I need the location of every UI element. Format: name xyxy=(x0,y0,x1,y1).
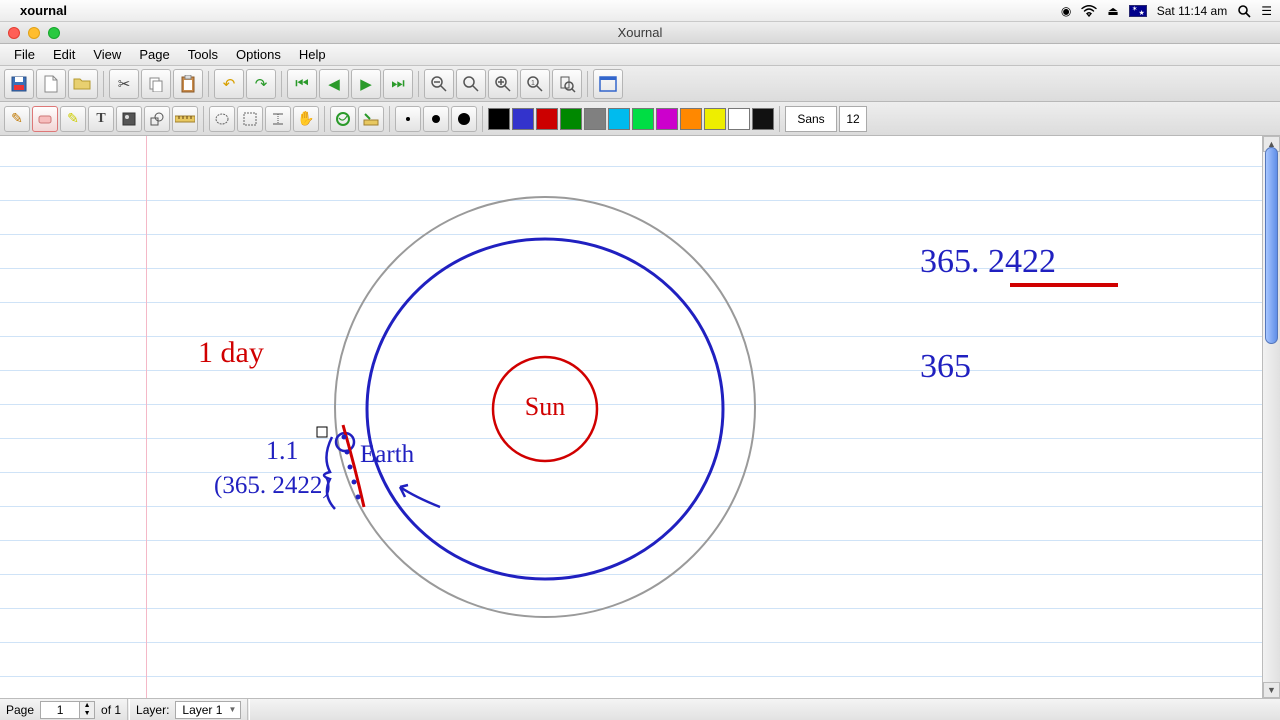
image-tool[interactable] xyxy=(116,106,142,132)
color-swatch-5[interactable] xyxy=(608,108,630,130)
next-page-button[interactable]: ▶ xyxy=(351,69,381,99)
svg-text:1: 1 xyxy=(531,80,535,87)
statusbar: Page ▲▼ of 1 Layer: Layer 1 xyxy=(0,698,1280,720)
zoom-page-button[interactable] xyxy=(552,69,582,99)
one-point-one-label: 1.1 xyxy=(266,436,299,465)
shape-recognizer-button[interactable] xyxy=(330,106,356,132)
prev-page-button[interactable]: ◀ xyxy=(319,69,349,99)
menu-list-icon[interactable]: ☰ xyxy=(1261,4,1272,18)
copy-button[interactable] xyxy=(141,69,171,99)
tools-toolbar: ✎ ✎ T ✋ Sans 12 xyxy=(0,102,1280,136)
window-title: Xournal xyxy=(0,25,1280,40)
save-button[interactable] xyxy=(4,69,34,99)
paste-button[interactable] xyxy=(173,69,203,99)
color-swatch-9[interactable] xyxy=(704,108,726,130)
font-size-field[interactable]: 12 xyxy=(839,106,867,132)
macos-menubar: xournal ◉ ⏏ Sat 11:14 am ☰ xyxy=(0,0,1280,22)
color-swatch-8[interactable] xyxy=(680,108,702,130)
window-titlebar: Xournal xyxy=(0,22,1280,44)
page-number-input[interactable] xyxy=(40,701,80,719)
eject-icon[interactable]: ⏏ xyxy=(1107,4,1118,18)
page-canvas[interactable]: Sun 1 day 1.1 (365. 2422) Earth 365. 242… xyxy=(0,136,1262,698)
color-swatches xyxy=(488,108,774,130)
color-swatch-3[interactable] xyxy=(560,108,582,130)
color-swatch-7[interactable] xyxy=(656,108,678,130)
flag-au-icon[interactable] xyxy=(1129,5,1147,17)
undo-button[interactable]: ↶ xyxy=(214,69,244,99)
menubar-clock[interactable]: Sat 11:14 am xyxy=(1157,4,1228,18)
page-spin-down[interactable]: ▼ xyxy=(80,710,94,718)
scroll-thumb[interactable] xyxy=(1265,147,1278,344)
thickness-fine[interactable] xyxy=(395,106,421,132)
ruler-tool[interactable] xyxy=(172,106,198,132)
menu-file[interactable]: File xyxy=(6,45,43,64)
value-b-label: 365 xyxy=(920,348,971,385)
app-menubar: File Edit View Page Tools Options Help xyxy=(0,44,1280,66)
ruler-straighten-button[interactable] xyxy=(358,106,384,132)
fullscreen-button[interactable] xyxy=(593,69,623,99)
layer-select[interactable]: Layer 1 xyxy=(175,701,241,719)
page-total: of 1 xyxy=(101,703,121,717)
paren-label: (365. 2422) xyxy=(214,472,331,499)
page-label: Page xyxy=(6,703,34,717)
color-swatch-2[interactable] xyxy=(536,108,558,130)
one-day-label: 1 day xyxy=(198,336,264,369)
menu-page[interactable]: Page xyxy=(131,45,177,64)
highlighter-tool[interactable]: ✎ xyxy=(60,106,86,132)
select-region-tool[interactable] xyxy=(209,106,235,132)
thickness-thick[interactable] xyxy=(451,106,477,132)
menu-tools[interactable]: Tools xyxy=(180,45,226,64)
zoom-100-button[interactable]: 1 xyxy=(520,69,550,99)
color-swatch-0[interactable] xyxy=(488,108,510,130)
layer-label: Layer: xyxy=(136,703,169,717)
zoom-fit-button[interactable] xyxy=(456,69,486,99)
color-swatch-4[interactable] xyxy=(584,108,606,130)
color-swatch-1[interactable] xyxy=(512,108,534,130)
page-spin-up[interactable]: ▲ xyxy=(80,702,94,710)
wifi-icon[interactable] xyxy=(1081,5,1097,17)
frontmost-app-name[interactable]: xournal xyxy=(20,3,67,18)
select-rect-tool[interactable] xyxy=(237,106,263,132)
new-button[interactable] xyxy=(36,69,66,99)
value-a-label: 365. 2422 xyxy=(920,243,1056,280)
color-swatch-10[interactable] xyxy=(728,108,750,130)
vertical-scrollbar[interactable]: ▲ ▼ xyxy=(1262,136,1280,698)
color-swatch-6[interactable] xyxy=(632,108,654,130)
hand-tool[interactable]: ✋ xyxy=(293,106,319,132)
last-page-button[interactable]: ⏭ xyxy=(383,69,413,99)
pen-tool[interactable]: ✎ xyxy=(4,106,30,132)
drawing-layer: Sun 1 day 1.1 (365. 2422) Earth 365. 242… xyxy=(0,136,1262,698)
menu-view[interactable]: View xyxy=(85,45,129,64)
menu-help[interactable]: Help xyxy=(291,45,334,64)
text-tool[interactable]: T xyxy=(88,106,114,132)
sun-label: Sun xyxy=(525,392,565,421)
thickness-medium[interactable] xyxy=(423,106,449,132)
redo-button[interactable]: ↷ xyxy=(246,69,276,99)
zoom-out-button[interactable] xyxy=(424,69,454,99)
first-page-button[interactable]: ⏮ xyxy=(287,69,317,99)
shapes-tool[interactable] xyxy=(144,106,170,132)
scroll-down-arrow[interactable]: ▼ xyxy=(1263,682,1280,698)
open-button[interactable] xyxy=(68,69,98,99)
earth-label: Earth xyxy=(360,441,415,468)
workspace: Sun 1 day 1.1 (365. 2422) Earth 365. 242… xyxy=(0,136,1280,698)
font-name-field[interactable]: Sans xyxy=(785,106,837,132)
spotlight-icon[interactable] xyxy=(1237,4,1251,18)
main-toolbar: ✂ ↶ ↷ ⏮ ◀ ▶ ⏭ 1 xyxy=(0,66,1280,102)
record-icon[interactable]: ◉ xyxy=(1061,4,1071,18)
eraser-tool[interactable] xyxy=(32,106,58,132)
color-swatch-11[interactable] xyxy=(752,108,774,130)
menu-options[interactable]: Options xyxy=(228,45,289,64)
zoom-in-button[interactable] xyxy=(488,69,518,99)
vertical-space-tool[interactable] xyxy=(265,106,291,132)
cut-button[interactable]: ✂ xyxy=(109,69,139,99)
menu-edit[interactable]: Edit xyxy=(45,45,83,64)
